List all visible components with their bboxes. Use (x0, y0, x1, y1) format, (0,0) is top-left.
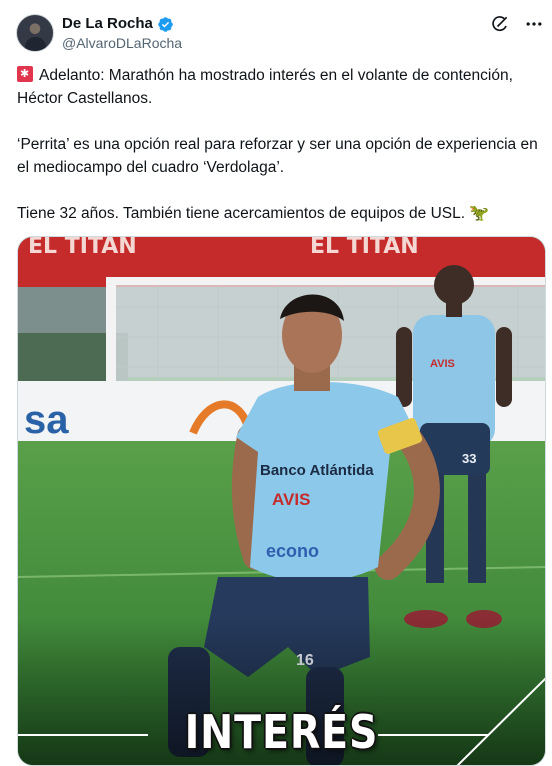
tweet-paragraph-3: Tiene 32 años. También tiene acercamient… (17, 202, 547, 225)
author-name[interactable]: De La Rocha (62, 15, 153, 33)
tweet-image[interactable]: EL TITAN EL TITAN sa (17, 236, 546, 766)
jersey-econo-text: econo (266, 541, 319, 561)
tweet-line-3: Tiene 32 años. También tiene acercamient… (17, 205, 465, 222)
rotating-light-icon (17, 66, 33, 82)
more-dots-icon[interactable] (524, 14, 544, 34)
tweet-paragraph-1: Adelanto: Marathón ha mostrado interés e… (17, 64, 547, 110)
tweet-text: Adelanto: Marathón ha mostrado interés e… (17, 64, 547, 225)
dinosaur-emoji-icon: 🦖 (469, 202, 489, 225)
verified-badge-icon (157, 16, 174, 33)
ad-left-text: sa (24, 398, 69, 442)
image-caption: INTERÉS (55, 705, 508, 759)
author-handle[interactable]: @AlvaroDLaRocha (62, 34, 182, 52)
user-info[interactable]: De La Rocha @AlvaroDLaRocha (62, 15, 182, 52)
banner-right-text: EL TITAN (310, 237, 419, 259)
avatar[interactable] (16, 14, 54, 52)
grok-icon[interactable] (490, 14, 510, 34)
tweet-paragraph-2: ‘Perrita’ es una opción real para reforz… (17, 133, 547, 179)
jersey-avis-text: AVIS (272, 490, 310, 509)
avatar-silhouette (25, 37, 46, 52)
tweet-header: De La Rocha @AlvaroDLaRocha (16, 12, 544, 56)
jersey-sponsor-text: Banco Atlántida (260, 462, 374, 479)
football-photo: EL TITAN EL TITAN sa (18, 237, 546, 766)
back-player-avis: AVIS (430, 358, 455, 370)
banner-left-text: EL TITAN (28, 237, 137, 259)
tweet-line-1: Adelanto: Marathón ha mostrado interés e… (17, 67, 513, 107)
back-player-number: 33 (462, 451, 476, 466)
